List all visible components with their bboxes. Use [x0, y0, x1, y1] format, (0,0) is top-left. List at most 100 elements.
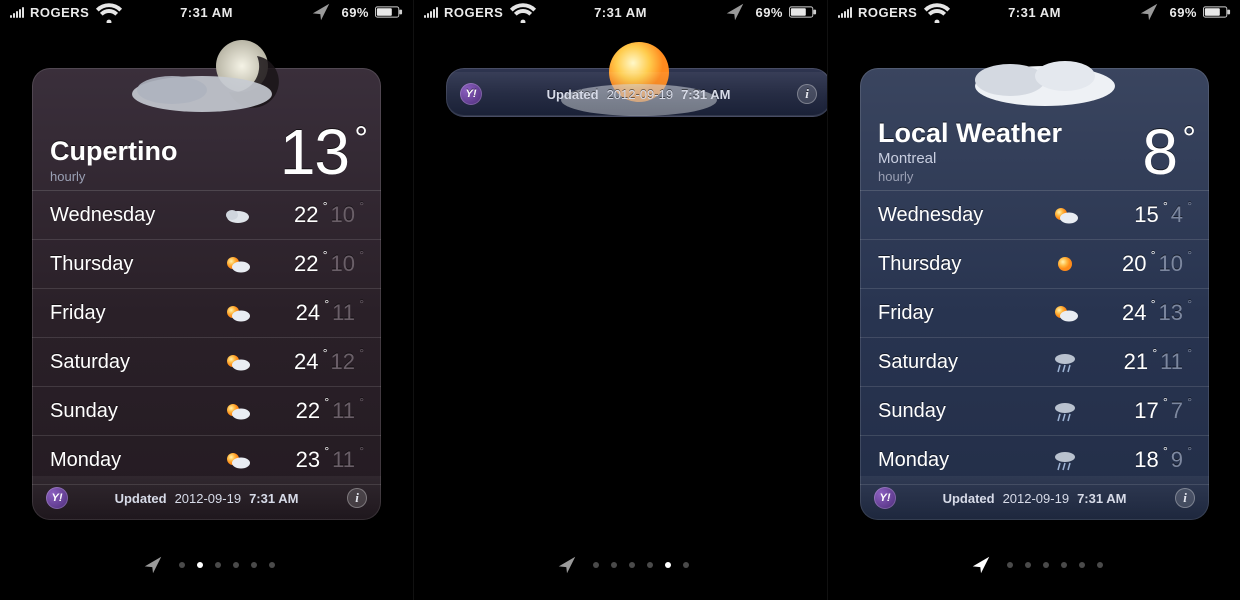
partly-sunny-icon — [1051, 204, 1079, 226]
page-dot[interactable] — [197, 562, 203, 568]
page-dot[interactable] — [629, 562, 635, 568]
forecast-condition-icon — [217, 204, 257, 226]
forecast-condition-icon — [1045, 253, 1085, 275]
updated-date: 2012-09-19 — [1003, 491, 1070, 506]
forecast-row[interactable]: Sunday2211 — [32, 387, 381, 436]
battery-percent: 69% — [341, 5, 369, 20]
weather-card[interactable]: Local WeatherMontrealhourly8Wednesday154… — [860, 68, 1209, 520]
forecast-row[interactable]: Saturday2412 — [32, 338, 381, 387]
city-subtitle: Montreal — [878, 150, 1062, 167]
wifi-icon — [95, 1, 123, 23]
forecast-low: 11 — [332, 300, 363, 326]
forecast-high: 15 — [1134, 202, 1166, 228]
page-dot[interactable] — [1043, 562, 1049, 568]
forecast-row[interactable]: Sunday177 — [860, 387, 1209, 436]
page-dot[interactable] — [665, 562, 671, 568]
phone-screen: ROGERS7:31 AM69%Cupertinohourly13Wednesd… — [0, 0, 413, 600]
forecast-high: 22 — [294, 202, 326, 228]
forecast-condition-icon — [1045, 351, 1085, 373]
forecast-day-label: Thursday — [878, 253, 1045, 276]
cloud-icon — [223, 204, 251, 226]
location-arrow-icon — [967, 554, 995, 576]
weather-card[interactable]: Cupertinohourly13Wednesday2210Thursday22… — [32, 68, 381, 520]
status-bar: ROGERS7:31 AM69% — [414, 0, 827, 24]
forecast-condition-icon — [217, 449, 257, 471]
hourly-link[interactable]: hourly — [878, 169, 1062, 184]
forecast-high: 24 — [296, 300, 328, 326]
battery-icon — [375, 1, 403, 23]
location-page-dot[interactable] — [967, 554, 995, 576]
forecast-day-label: Saturday — [878, 351, 1045, 374]
page-dot[interactable] — [269, 562, 275, 568]
partly-sunny-icon — [223, 449, 251, 471]
page-dot[interactable] — [233, 562, 239, 568]
page-indicator[interactable] — [0, 554, 413, 576]
card-footer: Y!Updated2012-09-197:31 AMi — [32, 476, 381, 520]
forecast-low: 11 — [332, 447, 363, 473]
info-button[interactable]: i — [797, 84, 817, 104]
updated-label: Updated — [115, 491, 167, 506]
hourly-link[interactable]: hourly — [50, 169, 178, 184]
forecast-condition-icon — [1045, 204, 1085, 226]
forecast-list: Wednesday154Thursday2010Friday2413Saturd… — [860, 190, 1209, 485]
page-dot[interactable] — [1097, 562, 1103, 568]
battery-percent: 69% — [755, 5, 783, 20]
page-dot[interactable] — [1079, 562, 1085, 568]
forecast-row[interactable]: Saturday2111 — [860, 338, 1209, 387]
yahoo-attribution-button[interactable]: Y! — [46, 487, 68, 509]
info-button[interactable]: i — [347, 488, 367, 508]
updated-date: 2012-09-19 — [607, 87, 674, 102]
page-dot[interactable] — [251, 562, 257, 568]
status-bar: ROGERS7:31 AM69% — [828, 0, 1240, 24]
partly-sunny-icon — [223, 302, 251, 324]
rain-icon — [1051, 449, 1079, 471]
updated-time: 7:31 AM — [249, 491, 298, 506]
updated-label: Updated — [547, 87, 599, 102]
weather-card[interactable]: Torontohourly7Wednesday177Thursday2012Fr… — [446, 68, 831, 117]
forecast-high: 24 — [1122, 300, 1154, 326]
info-button[interactable]: i — [1175, 488, 1195, 508]
page-dot[interactable] — [647, 562, 653, 568]
battery-icon — [1203, 1, 1231, 23]
location-page-dot[interactable] — [139, 554, 167, 576]
forecast-high: 22 — [294, 251, 326, 277]
page-dot[interactable] — [683, 562, 689, 568]
forecast-row[interactable]: Wednesday2210 — [32, 191, 381, 240]
forecast-row[interactable]: Friday 2411 — [32, 289, 381, 338]
wifi-icon — [509, 1, 537, 23]
forecast-condition-icon — [217, 351, 257, 373]
page-dot[interactable] — [1025, 562, 1031, 568]
forecast-high: 21 — [1124, 349, 1156, 375]
yahoo-attribution-button[interactable]: Y! — [460, 83, 482, 105]
sunny-icon — [1051, 253, 1079, 275]
forecast-list: Wednesday2210Thursday2210Friday2411Satur… — [32, 190, 381, 485]
forecast-low: 10 — [331, 251, 363, 277]
page-indicator[interactable] — [414, 554, 827, 576]
page-dot[interactable] — [1061, 562, 1067, 568]
signal-icon — [10, 7, 24, 18]
location-arrow-icon — [307, 1, 335, 23]
forecast-row[interactable]: Thursday2010 — [860, 240, 1209, 289]
yahoo-attribution-button[interactable]: Y! — [874, 487, 896, 509]
signal-icon — [838, 7, 852, 18]
forecast-day-label: Friday — [50, 302, 217, 325]
carrier-label: ROGERS — [444, 5, 503, 20]
forecast-row[interactable]: Thursday2210 — [32, 240, 381, 289]
page-dot[interactable] — [179, 562, 185, 568]
forecast-row[interactable]: Friday2413 — [860, 289, 1209, 338]
forecast-row[interactable]: Wednesday154 — [860, 191, 1209, 240]
card-footer: Y!Updated2012-09-197:31 AMi — [446, 72, 831, 116]
rain-icon — [1051, 400, 1079, 422]
page-indicator[interactable] — [828, 554, 1240, 576]
card-footer: Y!Updated2012-09-197:31 AMi — [860, 476, 1209, 520]
page-dot[interactable] — [1007, 562, 1013, 568]
page-dot[interactable] — [611, 562, 617, 568]
page-dot[interactable] — [215, 562, 221, 568]
updated-time: 7:31 AM — [1077, 491, 1126, 506]
forecast-condition-icon — [217, 302, 257, 324]
location-page-dot[interactable] — [553, 554, 581, 576]
forecast-day-label: Friday — [878, 302, 1045, 325]
page-dot[interactable] — [593, 562, 599, 568]
forecast-low: 7 — [1171, 398, 1191, 424]
forecast-condition-icon — [217, 400, 257, 422]
